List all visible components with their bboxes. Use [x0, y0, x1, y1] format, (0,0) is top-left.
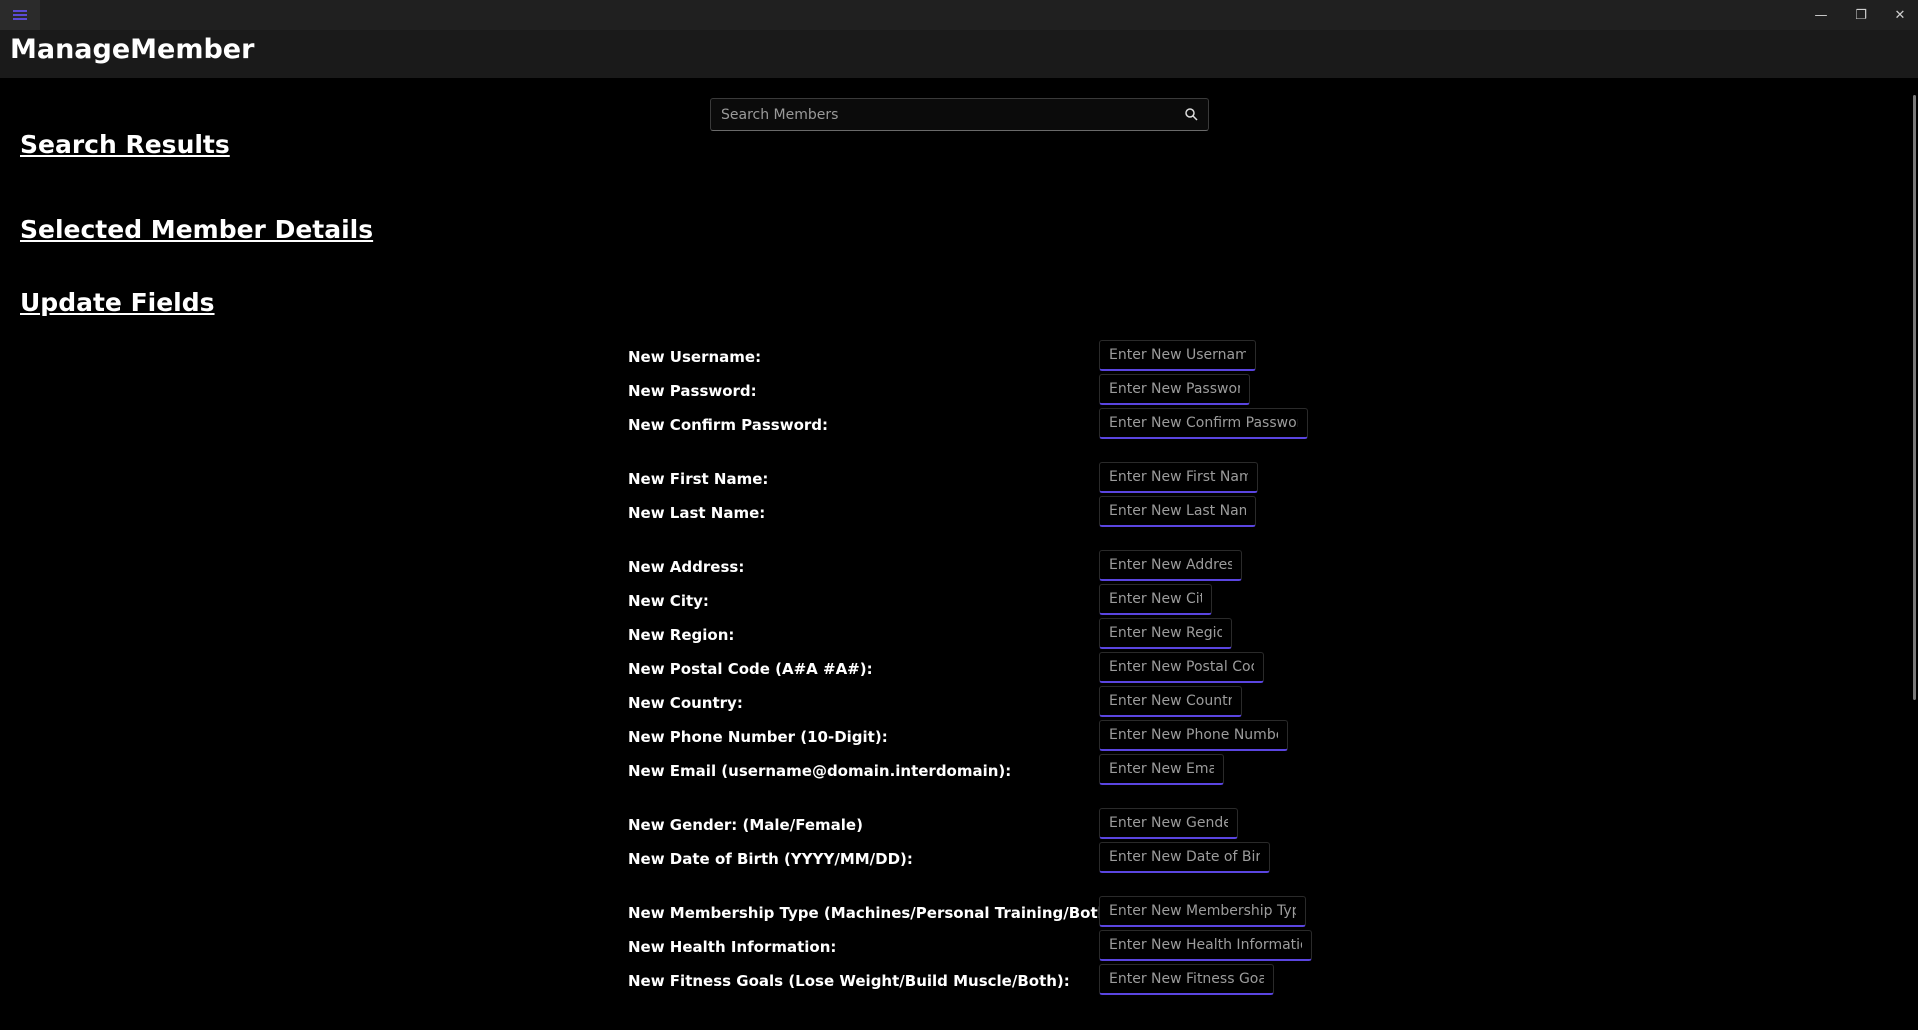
- close-button[interactable]: ✕: [1880, 0, 1918, 30]
- field-input[interactable]: [1099, 754, 1224, 785]
- vertical-scrollbar[interactable]: [1913, 95, 1916, 700]
- field-label: New Date of Birth (YYYY/MM/DD):: [628, 850, 913, 868]
- field-input[interactable]: [1099, 496, 1256, 527]
- field-input[interactable]: [1099, 720, 1288, 751]
- field-label: New Password:: [628, 382, 757, 400]
- field-label: New Email (username@domain.interdomain):: [628, 762, 1012, 780]
- app-header: [0, 30, 1918, 78]
- field-label: New Country:: [628, 694, 743, 712]
- update-fields-heading: Update Fields: [20, 288, 215, 317]
- field-label: New Confirm Password:: [628, 416, 829, 434]
- search-results-heading: Search Results: [20, 130, 230, 159]
- field-label: New Region:: [628, 626, 735, 644]
- field-label: New Gender: (Male/Female): [628, 816, 863, 834]
- page-title: ManageMember: [10, 34, 255, 65]
- field-input[interactable]: [1099, 808, 1238, 839]
- search-box[interactable]: [710, 98, 1209, 131]
- field-label: New Username:: [628, 348, 762, 366]
- search-input[interactable]: [711, 99, 1171, 130]
- field-input[interactable]: [1099, 896, 1306, 927]
- field-label: New City:: [628, 592, 709, 610]
- field-label: New Health Information:: [628, 938, 837, 956]
- minimize-button[interactable]: —: [1801, 0, 1841, 30]
- field-label: New Membership Type (Machines/Personal T…: [628, 904, 1122, 922]
- field-input[interactable]: [1099, 842, 1270, 873]
- field-input[interactable]: [1099, 964, 1274, 995]
- restore-button[interactable]: ❐: [1841, 0, 1881, 30]
- field-input[interactable]: [1099, 374, 1250, 405]
- field-input[interactable]: [1099, 462, 1258, 493]
- field-label: New First Name:: [628, 470, 769, 488]
- field-input[interactable]: [1099, 930, 1312, 961]
- field-input[interactable]: [1099, 550, 1242, 581]
- title-bar: — ❐ ✕: [0, 0, 1918, 30]
- field-input[interactable]: [1099, 340, 1256, 371]
- field-input[interactable]: [1099, 652, 1264, 683]
- field-input[interactable]: [1099, 584, 1212, 615]
- field-label: New Address:: [628, 558, 745, 576]
- field-input[interactable]: [1099, 686, 1242, 717]
- search-icon[interactable]: [1184, 107, 1198, 121]
- hamburger-menu-icon[interactable]: [0, 0, 40, 30]
- field-label: New Postal Code (A#A #A#):: [628, 660, 873, 678]
- field-label: New Fitness Goals (Lose Weight/Build Mus…: [628, 972, 1070, 990]
- field-input[interactable]: [1099, 408, 1308, 439]
- field-label: New Last Name:: [628, 504, 766, 522]
- field-label: New Phone Number (10-Digit):: [628, 728, 888, 746]
- field-input[interactable]: [1099, 618, 1232, 649]
- selected-member-details-heading: Selected Member Details: [20, 215, 374, 244]
